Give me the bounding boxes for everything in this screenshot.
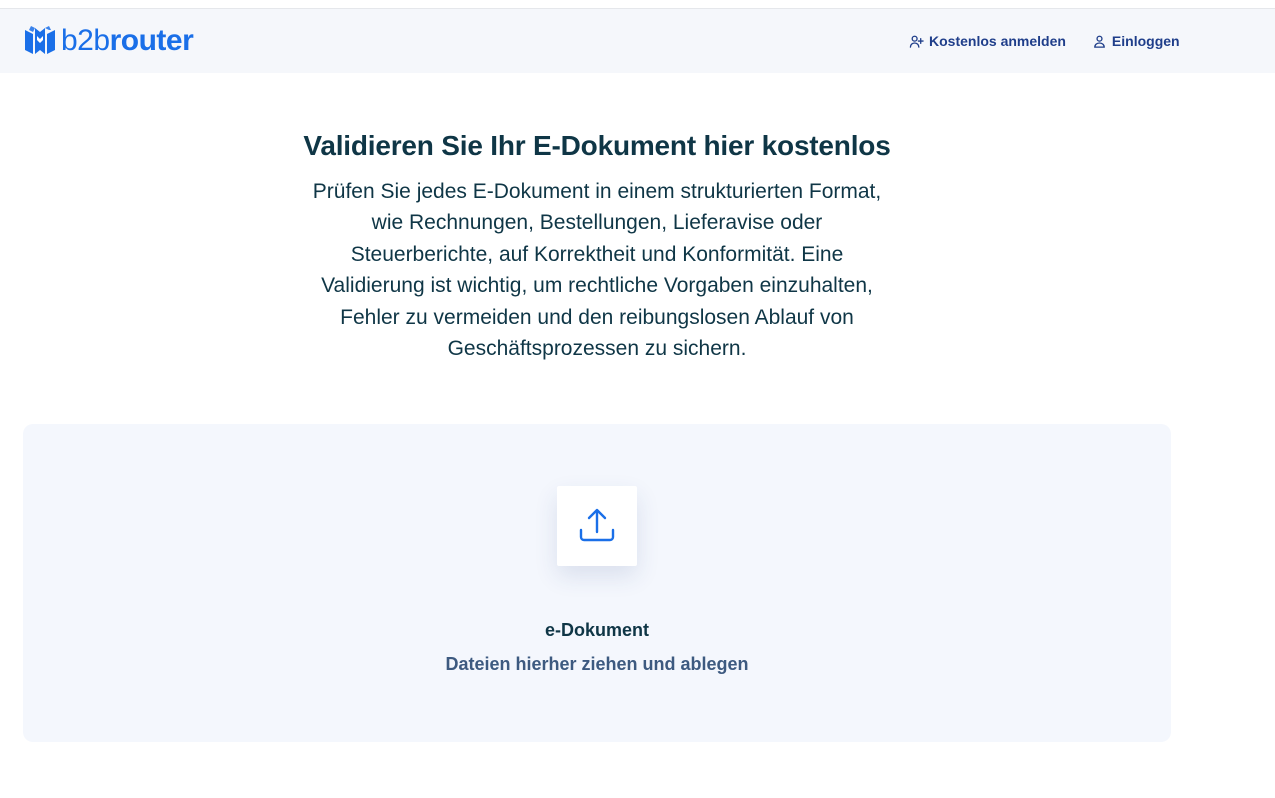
header-nav: Kostenlos anmelden Einloggen [909,33,1180,49]
page-description: Prüfen Sie jedes E-Dokument in einem str… [312,180,882,361]
user-plus-icon [909,35,924,48]
login-link-label: Einloggen [1111,33,1180,49]
user-icon [1094,35,1105,48]
logo-mark-icon [25,26,55,54]
logo-text: b2brouter [61,24,194,58]
dropzone-hint: Dateien hierher ziehen und ablegen [445,654,749,674]
upload-icon [579,508,615,542]
login-link[interactable]: Einloggen [1092,33,1180,49]
navbar: b2brouter Kostenlos anmelden Einloggen [0,9,1275,73]
top-border [0,0,1275,9]
page-title: Validieren Sie Ihr E-Dokument hier koste… [303,130,891,161]
signup-link[interactable]: Kostenlos anmelden [909,33,1066,49]
file-dropzone[interactable]: e-Dokument Dateien hierher ziehen und ab… [23,424,1171,742]
logo-text-part1: b2b [61,24,110,57]
upload-button[interactable] [557,486,637,566]
signup-link-label: Kostenlos anmelden [929,33,1066,49]
logo[interactable]: b2brouter [23,23,194,59]
logo-text-part2: router [109,24,194,57]
dropzone-title: e-Dokument [544,620,649,640]
